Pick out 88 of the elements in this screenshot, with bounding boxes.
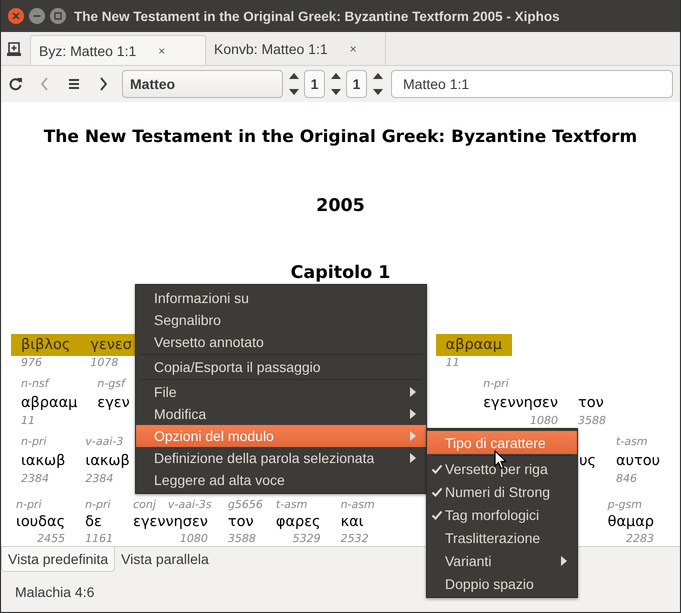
submenu-arrow-icon xyxy=(410,387,416,397)
greek-word[interactable]: αυτου xyxy=(606,450,670,472)
new-tab-icon[interactable] xyxy=(6,40,22,56)
strong-number: 1078 xyxy=(90,356,118,370)
strong-number: 2455 xyxy=(37,532,66,546)
menu-item[interactable]: Copia/Esporta il passaggio xyxy=(136,356,426,378)
tab[interactable]: Byz: Matteo 1:1 × xyxy=(30,35,206,65)
strong-number: 846 xyxy=(616,472,638,486)
greek-word[interactable]: υς xyxy=(579,450,606,472)
greek-word[interactable]: ιουδας xyxy=(6,512,76,532)
menu-item[interactable]: Numeri di Strong xyxy=(427,480,577,503)
submenu-arrow-icon xyxy=(410,431,416,441)
verse-field[interactable]: 1 xyxy=(346,70,367,98)
reference-field[interactable]: Matteo 1:1 xyxy=(391,70,673,98)
check-icon xyxy=(431,508,443,520)
view-tab[interactable]: Vista predefinita xyxy=(1,547,116,572)
morph-tag: v-aai-3 xyxy=(85,434,124,450)
menu-item[interactable]: Traslitterazione xyxy=(427,526,577,549)
morph-tag: n-pri xyxy=(483,376,509,392)
menu-item[interactable]: Leggere ad alta voce xyxy=(136,469,426,491)
book-dropdown[interactable]: Matteo xyxy=(122,70,283,98)
menu-icon[interactable] xyxy=(66,76,82,92)
strong-number: 5329 xyxy=(292,532,321,546)
morph-tag: g5656 xyxy=(228,498,263,512)
submenu-arrow-icon xyxy=(410,453,416,463)
menu-item[interactable]: Tag morfologici xyxy=(427,503,577,526)
tab[interactable]: Konvb: Matteo 1:1 × xyxy=(206,32,386,65)
chapter-heading: Capitolo 1 xyxy=(290,262,392,284)
menu-item[interactable]: Doppio spazio xyxy=(427,572,577,595)
strong-number: 2532 xyxy=(340,532,369,546)
morph-tag: n-asm xyxy=(340,498,375,512)
greek-word[interactable]: φαρες xyxy=(266,512,331,532)
morph-tag: t-asm xyxy=(616,434,648,450)
morph-tag: n-pri xyxy=(21,434,47,450)
menu-item[interactable]: File xyxy=(136,381,426,403)
morph-tag: n-pri xyxy=(85,498,111,512)
greek-word[interactable]: εγεννησεν xyxy=(473,392,568,414)
greek-word[interactable]: τον xyxy=(218,512,266,532)
check-icon xyxy=(431,462,443,474)
close-button[interactable]: × xyxy=(350,42,357,56)
close-button[interactable]: × xyxy=(158,44,166,58)
menu-item[interactable]: Definizione della parola selezionata xyxy=(136,447,426,469)
greek-word[interactable]: εγεννησεν xyxy=(123,512,218,532)
strong-number: 3588 xyxy=(578,414,606,428)
strong-number: 1080 xyxy=(530,414,558,428)
check-icon xyxy=(431,486,443,498)
strong-number: 1080 xyxy=(180,532,208,546)
morph-tag: n-gsf xyxy=(97,376,125,392)
tab-label[interactable]: Konvb: Matteo 1:1 xyxy=(214,40,328,56)
window-title: The New Testament in the Original Greek: Byzantine Textform 2005 - Xiphos xyxy=(74,8,560,24)
strong-number: 2384 xyxy=(85,472,114,486)
greek-word[interactable]: ιακωβ xyxy=(11,450,76,472)
strong-number: 1161 xyxy=(85,532,114,546)
greek-word[interactable]: τον xyxy=(568,392,616,414)
document-year: 2005 xyxy=(315,195,366,217)
greek-word[interactable]: δε xyxy=(75,512,124,532)
menu-item[interactable]: Segnalibro xyxy=(136,309,426,331)
greek-word[interactable]: βιβλος xyxy=(11,334,80,356)
tab-label[interactable]: Byz: Matteo 1:1 xyxy=(39,42,136,58)
strong-number: 2283 xyxy=(626,532,654,546)
morph-tag: n-nsf xyxy=(21,376,49,392)
menu-item[interactable]: Modifica xyxy=(136,403,426,425)
strong-number: 3588 xyxy=(228,532,256,546)
submenu-arrow-icon xyxy=(410,409,416,419)
morph-tag: n-pri xyxy=(16,498,42,512)
greek-word[interactable]: και xyxy=(330,512,379,532)
morph-tag: v-aai-3s xyxy=(168,498,212,512)
chapter-field[interactable]: 1 xyxy=(304,70,325,98)
strong-number: 2384 xyxy=(21,472,49,486)
menu-item[interactable]: Varianti xyxy=(427,549,577,572)
close-icon[interactable] xyxy=(8,8,24,24)
status-text: Malachia 4:6 xyxy=(15,584,94,600)
view-tab[interactable]: Vista parallela xyxy=(115,547,215,572)
strong-number: 11 xyxy=(21,414,35,428)
submenu-arrow-icon xyxy=(561,556,567,566)
refresh-icon[interactable] xyxy=(8,76,24,92)
morph-tag: p-gsm xyxy=(608,498,642,512)
greek-word[interactable]: αβρααμ xyxy=(11,392,88,414)
greek-word[interactable]: αβρααμ xyxy=(436,334,512,356)
strong-number: 11 xyxy=(446,356,460,370)
morph-tag: t-asm xyxy=(276,498,308,512)
minimize-icon[interactable] xyxy=(29,8,45,24)
document-title: The New Testament in the Original Greek: Byzantine Textform xyxy=(42,126,638,148)
greek-word[interactable]: θαμαρ xyxy=(598,512,664,532)
menu-item[interactable]: Informazioni su xyxy=(136,287,426,309)
morph-tag: conj xyxy=(133,498,156,512)
maximize-icon[interactable] xyxy=(50,8,66,24)
strong-number: 976 xyxy=(21,356,42,370)
